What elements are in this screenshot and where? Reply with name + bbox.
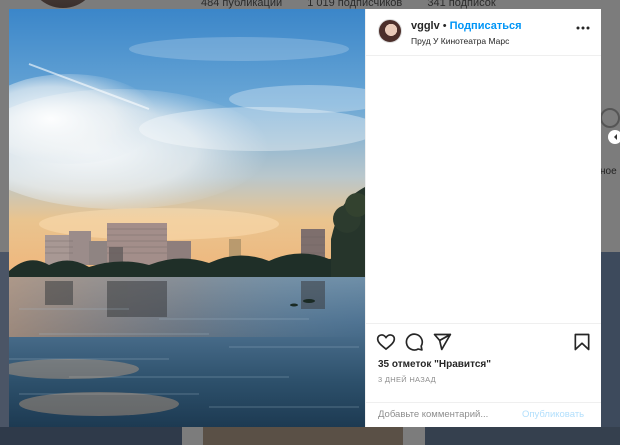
- post-date[interactable]: 3 ДНЕЙ НАЗАД: [378, 375, 436, 384]
- post-actions: 35 отметок "Нравится" 3 ДНЕЙ НАЗАД Опубл…: [366, 323, 601, 428]
- city-lake-sunset-photo: [9, 9, 365, 427]
- background-highlight-label: ное: [600, 166, 617, 177]
- heart-icon[interactable]: [376, 332, 396, 352]
- post-header: vgglv • Подписаться Пруд У Кинотеатра Марс: [366, 9, 601, 56]
- publish-button[interactable]: Опубликовать: [522, 409, 584, 420]
- background-thumbnail: [0, 427, 182, 445]
- bookmark-icon[interactable]: [572, 332, 592, 352]
- highlight-circle-icon: [600, 108, 620, 128]
- separator-dot: •: [442, 20, 447, 32]
- next-arrow-icon[interactable]: [608, 130, 620, 144]
- user-line: vgglv • Подписаться: [411, 20, 522, 32]
- background-posts-count: 484 публикаций: [201, 0, 283, 9]
- background-stats: 484 публикаций 1 019 подписчиков 341 под…: [201, 0, 518, 9]
- post-photo[interactable]: [9, 9, 365, 427]
- likes-count[interactable]: 35 отметок "Нравится": [378, 359, 491, 370]
- comment-bar: Опубликовать: [366, 402, 601, 429]
- post-side-panel: vgglv • Подписаться Пруд У Кинотеатра Марс: [365, 9, 601, 427]
- post-modal: vgglv • Подписаться Пруд У Кинотеатра Марс: [9, 9, 601, 427]
- background-following-count: 341 подписок: [427, 0, 496, 9]
- share-icon[interactable]: [432, 332, 452, 352]
- follow-button[interactable]: Подписаться: [450, 20, 522, 32]
- comment-input[interactable]: [378, 409, 508, 420]
- more-dots-icon: [576, 26, 590, 30]
- more-options-icon[interactable]: [576, 21, 590, 38]
- background-thumbnail: [425, 427, 620, 445]
- username-link[interactable]: vgglv: [411, 20, 440, 32]
- comment-icon[interactable]: [404, 332, 424, 352]
- location-link[interactable]: Пруд У Кинотеатра Марс: [411, 36, 509, 46]
- background-thumbnail: [0, 252, 9, 427]
- background-thumbnail: [600, 252, 620, 427]
- background-followers-count: 1 019 подписчиков: [307, 0, 403, 9]
- avatar[interactable]: [378, 19, 402, 43]
- background-thumbnail: [203, 427, 403, 445]
- background-avatar: [28, 0, 98, 8]
